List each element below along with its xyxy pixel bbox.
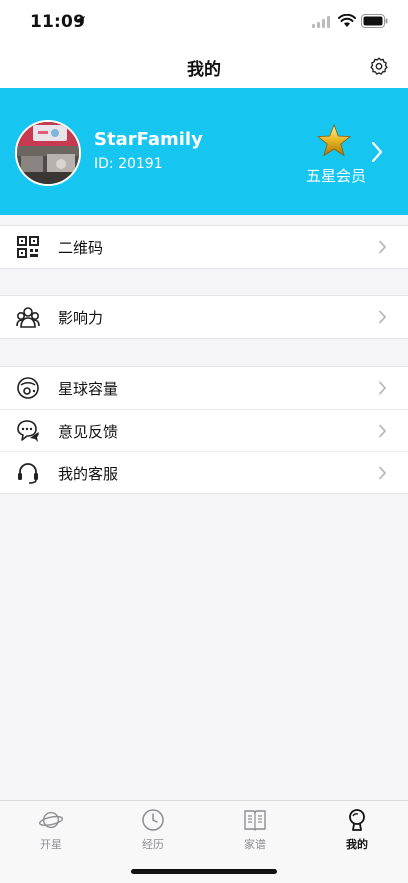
menu-item-label: 二维码 <box>58 239 104 257</box>
menu-item-planet-storage[interactable]: 星球容量 <box>0 367 408 409</box>
gear-icon <box>370 57 388 75</box>
menu-group-1: 二维码 <box>0 225 408 269</box>
headset-icon <box>16 461 40 485</box>
feedback-chat-icon <box>16 419 40 443</box>
chevron-right-icon <box>379 424 387 438</box>
nav-bar: 我的 <box>0 44 408 88</box>
tab-label: 经历 <box>142 838 164 851</box>
menu-group-3: 星球容量 意见反馈 我的客服 <box>0 366 408 494</box>
book-icon <box>243 808 267 832</box>
tab-me[interactable]: 我的 <box>306 801 408 853</box>
member-level: 五星会员 <box>306 167 367 185</box>
tab-label: 我的 <box>346 838 368 851</box>
user-id: ID: 20191 <box>94 156 163 172</box>
page-title: 我的 <box>187 60 221 80</box>
qr-code-icon <box>16 235 40 259</box>
profile-banner[interactable]: StarFamily ID: 20191 五星会员 <box>0 88 408 215</box>
settings-button[interactable] <box>366 53 392 79</box>
chevron-right-icon <box>379 310 387 324</box>
chevron-right-icon <box>379 381 387 395</box>
location-arrow-icon <box>75 16 85 26</box>
chevron-right-icon <box>379 466 387 480</box>
tab-label: 开星 <box>40 838 62 851</box>
tab-experience[interactable]: 经历 <box>102 801 204 853</box>
tab-label: 家谱 <box>244 838 266 851</box>
home-indicator <box>131 869 277 874</box>
user-icon <box>345 808 369 832</box>
wifi-icon <box>338 14 356 27</box>
menu-item-label: 意见反馈 <box>58 423 119 441</box>
tab-family-tree[interactable]: 家谱 <box>204 801 306 853</box>
influence-group-icon <box>16 305 40 329</box>
menu-item-label: 我的客服 <box>58 465 119 483</box>
menu-item-label: 星球容量 <box>58 380 119 398</box>
planet-icon <box>39 808 63 832</box>
menu-item-customer-service[interactable]: 我的客服 <box>0 451 408 493</box>
chevron-right-icon <box>379 240 387 254</box>
cellular-signal-icon <box>312 16 330 28</box>
clock-icon <box>141 808 165 832</box>
tab-planet[interactable]: 开星 <box>0 801 102 853</box>
avatar[interactable] <box>15 120 81 186</box>
chevron-right-icon <box>371 141 383 163</box>
star-icon <box>316 124 352 157</box>
menu-group-2: 影响力 <box>0 295 408 339</box>
battery-icon <box>361 14 388 28</box>
menu-item-label: 影响力 <box>58 309 104 327</box>
menu-item-influence[interactable]: 影响力 <box>0 296 408 338</box>
menu-item-feedback[interactable]: 意见反馈 <box>0 409 408 451</box>
username: StarFamily <box>94 129 203 150</box>
avatar-photo <box>17 122 79 184</box>
storage-planet-icon <box>16 376 40 400</box>
status-bar: 11:09 <box>0 0 408 44</box>
menu-item-qr-code[interactable]: 二维码 <box>0 226 408 268</box>
